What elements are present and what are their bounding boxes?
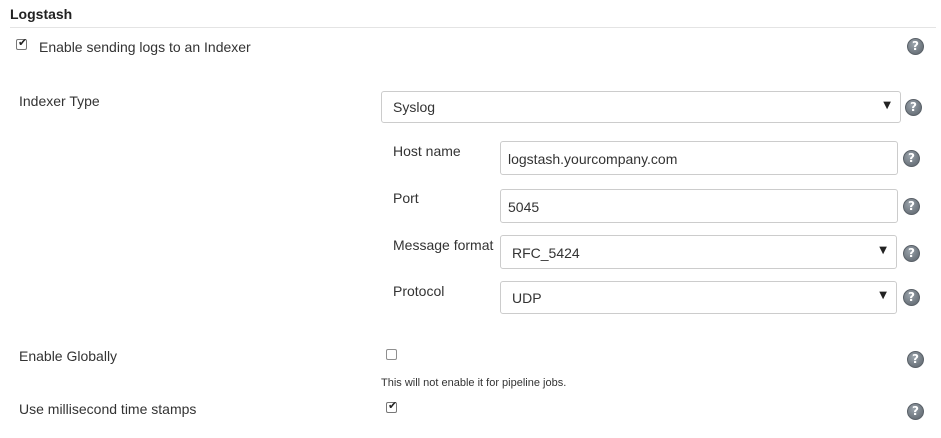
help-icon[interactable]: ? [907, 351, 924, 368]
enable-sending-checkbox[interactable]: ✔ [16, 36, 28, 50]
check-icon: ✔ [388, 399, 398, 412]
enable-globally-checkbox[interactable] [386, 349, 397, 360]
port-label: Port [393, 190, 419, 206]
help-icon[interactable]: ? [903, 150, 920, 167]
chevron-down-icon: ▼ [883, 100, 891, 111]
host-name-label: Host name [393, 143, 461, 159]
host-name-value: logstash.yourcompany.com [508, 151, 678, 167]
help-icon[interactable]: ? [903, 198, 920, 215]
message-format-value: RFC_5424 [512, 245, 580, 261]
help-icon[interactable]: ? [905, 99, 922, 116]
protocol-label: Protocol [393, 283, 445, 299]
host-name-input[interactable]: logstash.yourcompany.com [500, 141, 898, 175]
logstash-config-section: Logstash ✔ Enable sending logs to an Ind… [0, 0, 941, 438]
protocol-value: UDP [512, 290, 542, 306]
protocol-select[interactable]: UDP ▼ [500, 281, 897, 314]
millisecond-timestamps-checkbox[interactable]: ✔ [386, 399, 398, 413]
port-input[interactable]: 5045 [500, 189, 898, 223]
indexer-type-label: Indexer Type [19, 93, 100, 109]
section-title: Logstash [10, 6, 73, 22]
millisecond-timestamps-label: Use millisecond time stamps [19, 401, 197, 417]
message-format-select[interactable]: RFC_5424 ▼ [500, 235, 897, 269]
help-icon[interactable]: ? [903, 289, 920, 306]
help-icon[interactable]: ? [907, 38, 924, 55]
indexer-type-value: Syslog [393, 99, 436, 115]
enable-globally-label: Enable Globally [19, 348, 118, 364]
message-format-label: Message format [393, 237, 494, 253]
section-divider [10, 27, 936, 28]
help-icon[interactable]: ? [903, 245, 920, 262]
enable-globally-note: This will not enable it for pipeline job… [381, 377, 567, 389]
port-value: 5045 [508, 199, 540, 215]
help-icon[interactable]: ? [907, 403, 924, 420]
enable-sending-label: Enable sending logs to an Indexer [39, 39, 251, 55]
indexer-type-select[interactable]: Syslog ▼ [381, 91, 901, 123]
check-icon: ✔ [18, 36, 28, 49]
chevron-down-icon: ▼ [879, 290, 887, 301]
chevron-down-icon: ▼ [879, 245, 887, 256]
